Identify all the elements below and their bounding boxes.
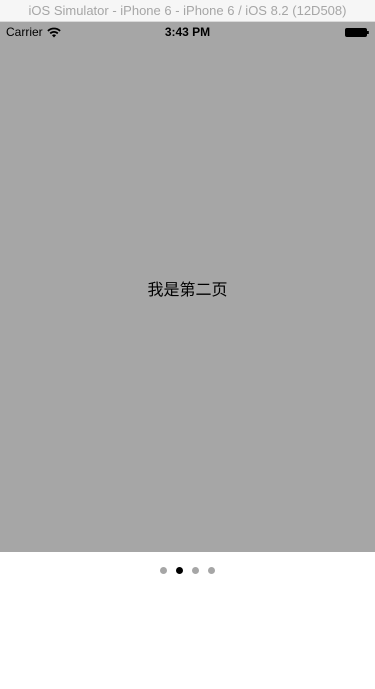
page-dot-1[interactable] (160, 567, 167, 574)
simulator-screen: iOS Simulator - iPhone 6 - iPhone 6 / iO… (0, 0, 375, 689)
simulator-title-bar: iOS Simulator - iPhone 6 - iPhone 6 / iO… (0, 0, 375, 22)
page-content[interactable]: 我是第二页 (0, 42, 375, 552)
page-control[interactable] (0, 567, 375, 575)
page-dot-4[interactable] (208, 567, 215, 574)
status-bar: Carrier 3:43 PM (0, 22, 375, 42)
status-time: 3:43 PM (164, 25, 211, 39)
page-dot-2-active[interactable] (176, 567, 183, 574)
page-label: 我是第二页 (147, 280, 228, 299)
battery-icon (345, 28, 369, 37)
page-dot-3[interactable] (192, 567, 199, 574)
simulator-title: iOS Simulator - iPhone 6 - iPhone 6 / iO… (28, 3, 347, 18)
